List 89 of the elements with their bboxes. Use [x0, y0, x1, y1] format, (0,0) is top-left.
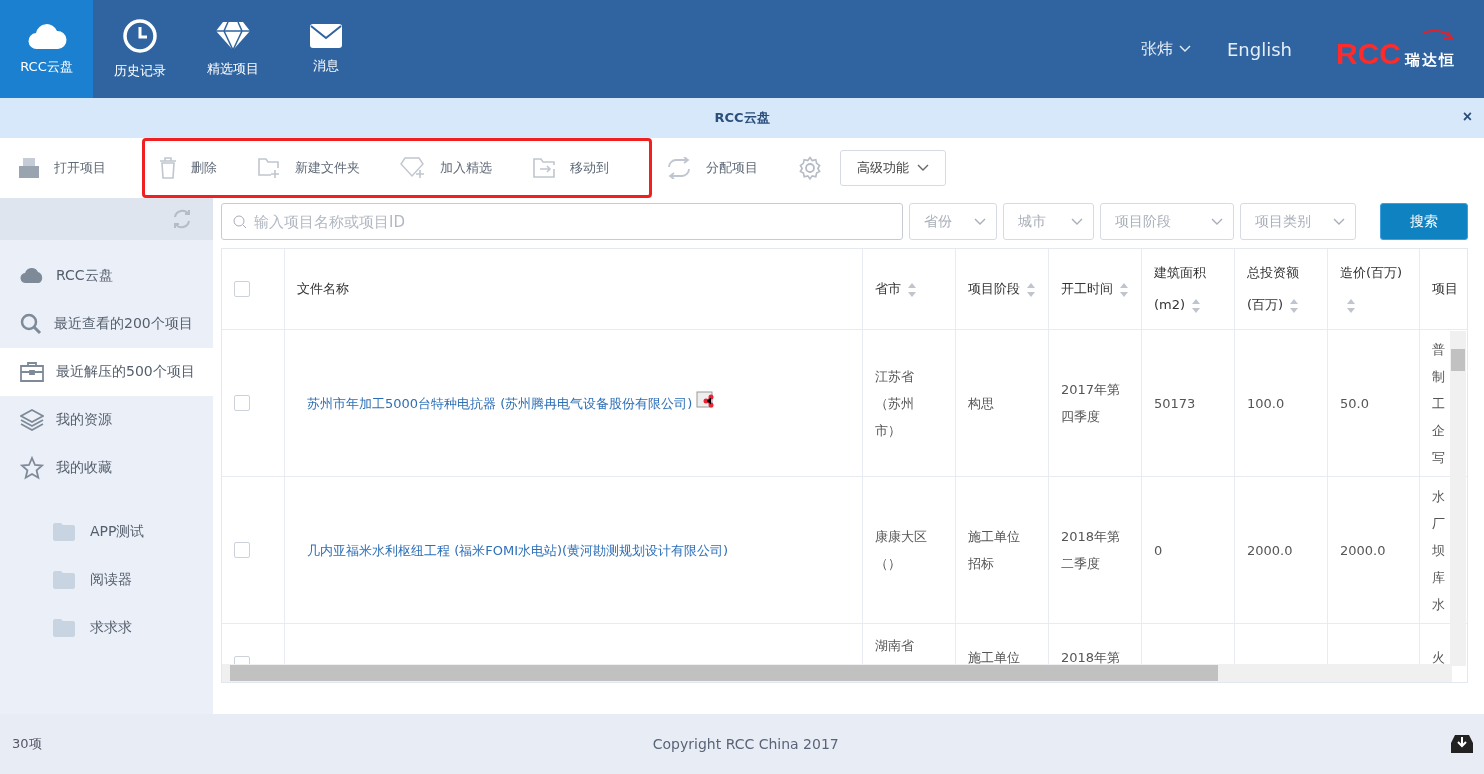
- logo: RCC 瑞达恒: [1336, 28, 1456, 70]
- trash-icon: [159, 157, 177, 179]
- sort-icon[interactable]: [1026, 281, 1036, 298]
- table-cell: 50173: [1142, 330, 1235, 477]
- folder-icon: [52, 618, 76, 638]
- file-link[interactable]: 几内亚福米水利枢纽工程 (福米FOMI水电站)(黄河勘测规划设计有限公司): [297, 536, 729, 564]
- cloud-icon: [26, 22, 67, 50]
- search-button[interactable]: 搜索: [1380, 203, 1468, 240]
- sidebar-item[interactable]: 我的收藏: [0, 444, 213, 492]
- sort-icon[interactable]: [1346, 297, 1356, 314]
- table-cell: 施工单位招标: [956, 477, 1049, 624]
- sidebar-item[interactable]: RCC云盘: [0, 252, 213, 300]
- column-header[interactable]: 总投资额(百万): [1235, 249, 1328, 330]
- table-cell: 50.0: [1328, 330, 1420, 477]
- sidebar-item[interactable]: 最近解压的500个项目: [0, 348, 213, 396]
- refresh-icon[interactable]: [171, 208, 193, 230]
- table-cell: 康康大区（）: [863, 477, 956, 624]
- chevron-down-icon: [1333, 217, 1346, 226]
- sort-icon[interactable]: [907, 281, 917, 298]
- file-link[interactable]: 苏州市年加工5000台特种电抗器 (苏州腾冉电气设备股份有限公司): [297, 389, 693, 417]
- table-cell: 江苏省（苏州市）: [863, 330, 956, 477]
- chevron-down-icon: [1179, 45, 1191, 53]
- mail-icon: [308, 23, 343, 49]
- vertical-scrollbar[interactable]: [1450, 331, 1466, 666]
- panel-title: RCC云盘: [714, 109, 770, 127]
- nav-tab[interactable]: 历史记录: [93, 0, 186, 98]
- folder-item[interactable]: 阅读器: [0, 556, 213, 604]
- folder-item[interactable]: APP测试: [0, 508, 213, 556]
- column-header[interactable]: 开工时间: [1049, 249, 1142, 330]
- language-link[interactable]: English: [1227, 38, 1292, 60]
- briefcase-icon: [20, 362, 44, 382]
- item-count: 30项: [12, 735, 42, 753]
- table-cell: 构思: [956, 330, 1049, 477]
- clock-icon: [121, 18, 158, 54]
- star-icon: [20, 456, 44, 480]
- toolbar-button[interactable]: 移动到: [532, 157, 625, 179]
- nav-tab[interactable]: RCC云盘: [0, 0, 93, 98]
- toolbar-button[interactable]: 分配项目: [666, 157, 774, 179]
- table-cell: 100.0: [1235, 330, 1328, 477]
- search-icon: [20, 313, 42, 335]
- horizontal-scrollbar[interactable]: [222, 664, 1452, 682]
- column-header[interactable]: 建筑面积(m2): [1142, 249, 1235, 330]
- column-header[interactable]: 造价(百万): [1328, 249, 1420, 330]
- search-icon: [233, 215, 247, 229]
- chevron-down-icon: [973, 217, 986, 226]
- checkbox[interactable]: [234, 395, 250, 411]
- sort-icon[interactable]: [1289, 297, 1300, 314]
- toolbar-button[interactable]: 新建文件夹: [257, 157, 376, 179]
- column-header: 文件名称: [285, 249, 863, 330]
- folder-icon: [52, 522, 76, 542]
- diamond-plus-icon: [400, 157, 426, 179]
- folder-icon: [52, 570, 76, 590]
- table-cell: 2018年第二季度: [1049, 477, 1142, 624]
- search-field[interactable]: 输入项目名称或项目ID: [221, 203, 903, 240]
- chevron-down-icon: [1070, 217, 1083, 226]
- nav-tab[interactable]: 精选项目: [186, 0, 279, 98]
- user-menu[interactable]: 张炜: [1141, 0, 1191, 98]
- checkbox[interactable]: [234, 542, 250, 558]
- chevron-down-icon: [1211, 217, 1224, 226]
- table-cell: 2000.0: [1328, 477, 1420, 624]
- settings-button[interactable]: [798, 156, 822, 180]
- column-header[interactable]: 项目阶段: [956, 249, 1049, 330]
- toolbar-button[interactable]: 删除: [159, 157, 233, 179]
- sort-icon[interactable]: [1191, 297, 1202, 314]
- copyright-text: Copyright RCC China 2017: [652, 736, 839, 752]
- folder-item[interactable]: 求求求: [0, 604, 213, 652]
- column-header: 项目: [1420, 249, 1467, 330]
- sort-icon[interactable]: [1119, 281, 1129, 298]
- swap-arrows-icon: [666, 157, 692, 179]
- folder-plus-icon: [257, 157, 281, 179]
- table-cell: 0: [1142, 477, 1235, 624]
- inbox-icon[interactable]: [1450, 733, 1474, 755]
- advanced-dropdown[interactable]: 高级功能: [840, 150, 946, 186]
- column-header[interactable]: 省市: [863, 249, 956, 330]
- sidebar-item[interactable]: 最近查看的200个项目: [0, 300, 213, 348]
- move-to-folder-icon: [532, 157, 556, 179]
- table-cell: 2017年第四季度: [1049, 330, 1142, 477]
- table-cell: 2000.0: [1235, 477, 1328, 624]
- sidebar-item[interactable]: 我的资源: [0, 396, 213, 444]
- cloud-icon: [20, 268, 44, 284]
- printer-icon: [18, 157, 40, 179]
- chevron-down-icon: [917, 164, 929, 172]
- diamond-icon: [214, 20, 251, 52]
- close-button[interactable]: ×: [1458, 108, 1476, 126]
- layers-icon: [20, 409, 44, 431]
- toolbar-button[interactable]: 加入精选: [400, 157, 508, 179]
- toolbar-button[interactable]: 打开项目: [18, 157, 122, 179]
- checkbox[interactable]: [234, 281, 250, 297]
- nav-tab[interactable]: 消息: [279, 0, 372, 98]
